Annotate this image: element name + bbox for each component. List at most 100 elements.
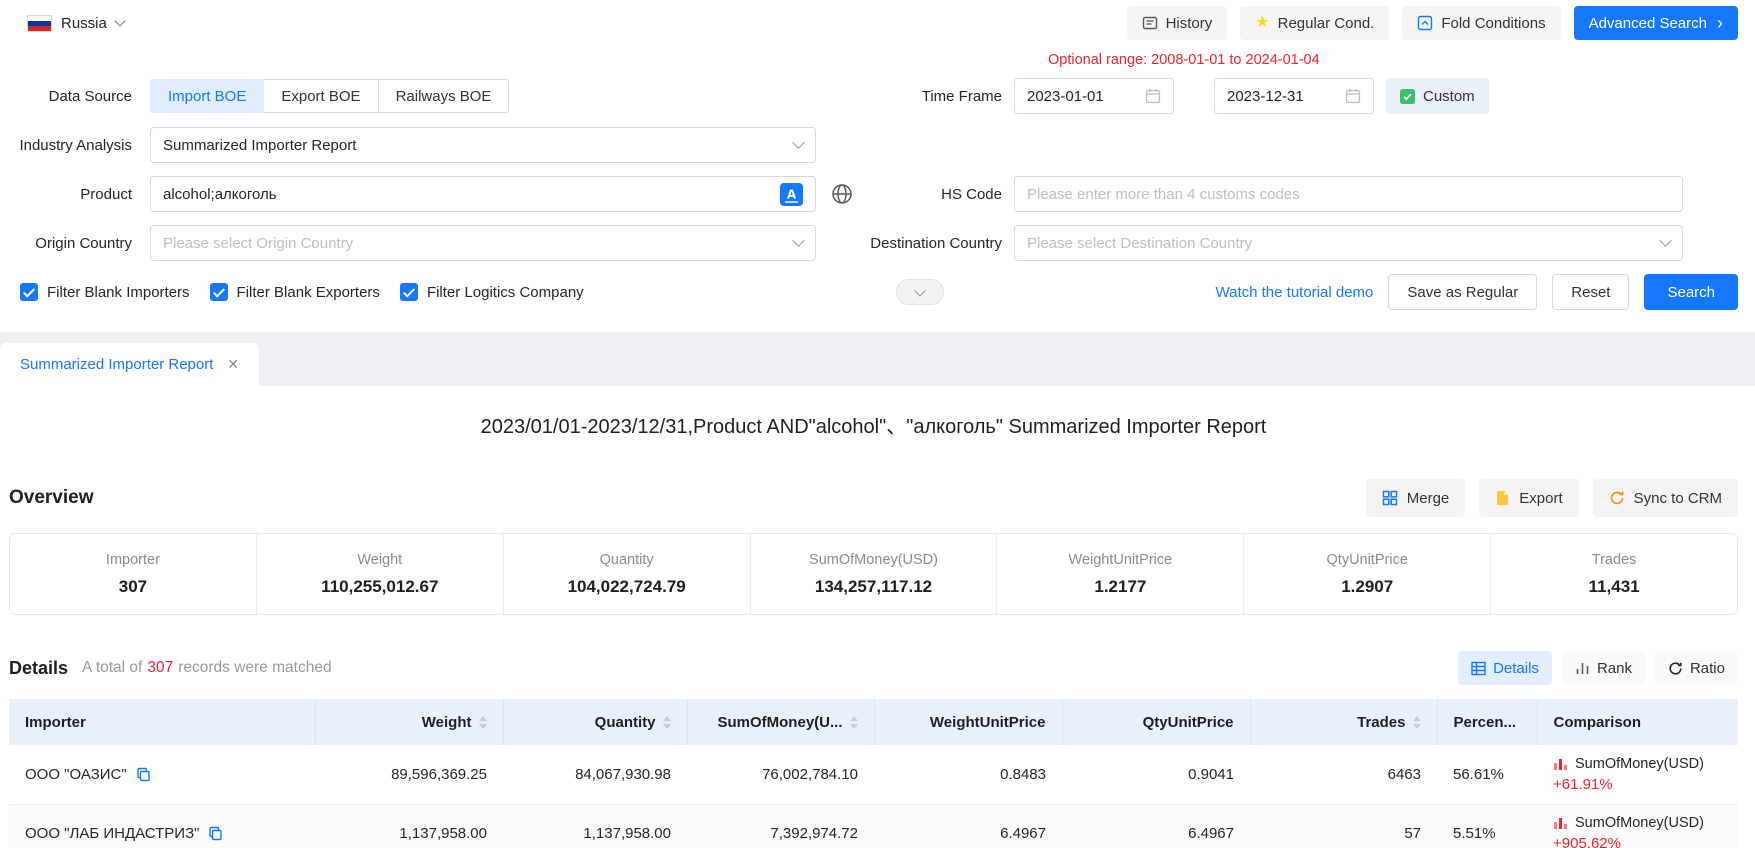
form-row-industry: Industry Analysis Summarized Importer Re… [0,127,1755,163]
stat-label: QtyUnitPrice [1244,552,1490,568]
records-matched-text: A total of307records were matched [82,659,332,677]
russia-flag-icon [27,15,52,32]
hs-code-input[interactable] [1027,186,1670,203]
view-details-button[interactable]: Details [1458,651,1552,685]
importer-name[interactable]: ООО "ОАЗИС" [25,766,127,783]
date-from-input[interactable]: 2023-01-01 [1014,78,1174,114]
tutorial-demo-link[interactable]: Watch the tutorial demo [1216,284,1374,301]
filter-logitics-company-label: Filter Logitics Company [427,284,584,301]
stat-label: WeightUnitPrice [997,552,1243,568]
optional-range-note: Optional range: 2008-01-01 to 2024-01-04 [1048,52,1755,72]
comparison-metric: SumOfMoney(USD) [1575,815,1704,831]
export-label: Export [1519,490,1562,507]
sort-icon[interactable] [479,716,487,729]
sort-icon[interactable] [850,716,858,729]
filter-blank-importers-checkbox[interactable]: Filter Blank Importers [20,283,190,301]
importer-name[interactable]: ООО "ЛАБ ИНДАСТРИЗ" [25,825,199,842]
stat-weight: Weight 110,255,012.67 [257,534,504,614]
col-qty-unit-price: QtyUnitPrice [1062,699,1250,745]
col-weight-unit-price: WeightUnitPrice [874,699,1062,745]
stat-sum-of-money: SumOfMoney(USD) 134,257,117.12 [751,534,998,614]
origin-country-select[interactable]: Please select Origin Country [150,225,816,261]
search-button[interactable]: Search [1644,274,1738,310]
details-heading: Details [9,658,68,679]
stat-weight-unit-price: WeightUnitPrice 1.2177 [997,534,1244,614]
col-percent: Percen... [1437,699,1537,745]
cell-weight-unit-price: 0.8483 [874,745,1062,804]
fold-conditions-button[interactable]: Fold Conditions [1402,6,1560,40]
comparison-value: +905.62% [1553,835,1722,848]
view-rank-button[interactable]: Rank [1562,651,1645,685]
tab-summarized-importer-report[interactable]: Summarized Importer Report ✕ [0,343,259,386]
export-icon [1495,490,1510,506]
table-icon [1471,661,1486,676]
history-label: History [1166,15,1213,32]
industry-analysis-select[interactable]: Summarized Importer Report [150,127,816,163]
stat-value: 134,257,117.12 [751,577,997,597]
filter-logitics-company-checkbox[interactable]: Filter Logitics Company [400,283,584,301]
form-row-datasource: Data Source Import BOE Export BOE Railwa… [0,78,1755,114]
col-sum-of-money[interactable]: SumOfMoney(U... [687,699,874,745]
stat-label: Quantity [504,552,750,568]
history-button[interactable]: History [1127,6,1228,40]
tab-railways-boe[interactable]: Railways BOE [378,79,510,113]
overview-stats-bar: Importer 307 Weight 110,255,012.67 Quant… [9,533,1738,615]
advanced-search-label: Advanced Search [1589,15,1707,32]
country-label: Russia [61,15,107,32]
stat-importer: Importer 307 [10,534,257,614]
regular-cond-button[interactable]: ★ Regular Cond. [1240,6,1389,40]
country-selector[interactable]: Russia [27,15,124,32]
merge-button[interactable]: Merge [1366,479,1466,517]
chart-icon [1553,757,1569,771]
collapse-conditions-button[interactable] [896,279,944,305]
tab-export-boe[interactable]: Export BOE [263,79,378,113]
time-frame-label: Time Frame [816,88,1014,105]
product-input[interactable] [163,186,780,203]
reset-button[interactable]: Reset [1552,274,1629,310]
form-row-filters: Filter Blank Importers Filter Blank Expo… [0,274,1755,310]
stat-label: Importer [10,552,256,568]
stat-value: 110,255,012.67 [257,577,503,597]
date-to-input[interactable]: 2023-12-31 [1214,78,1374,114]
view-ratio-button[interactable]: Ratio [1655,651,1738,685]
save-as-regular-button[interactable]: Save as Regular [1388,274,1537,310]
col-importer: Importer [9,699,315,745]
data-source-label: Data Source [0,88,150,105]
cell-percent: 56.61% [1437,745,1537,804]
copy-icon[interactable] [208,826,223,841]
advanced-search-button[interactable]: Advanced Search › [1574,6,1738,40]
custom-range-button[interactable]: Custom [1386,78,1489,114]
copy-icon[interactable] [136,767,151,782]
view-ratio-label: Ratio [1690,660,1725,677]
sort-icon[interactable] [1413,716,1421,729]
close-icon[interactable]: ✕ [227,356,239,373]
origin-country-placeholder: Please select Origin Country [163,235,353,252]
stat-label: Trades [1491,552,1737,568]
cell-percent: 5.51% [1437,804,1537,848]
globe-icon[interactable] [830,182,854,206]
records-count: 307 [147,659,173,676]
col-quantity[interactable]: Quantity [503,699,687,745]
translate-icon[interactable]: A [780,183,803,206]
fold-conditions-label: Fold Conditions [1441,15,1545,32]
cell-comparison: SumOfMoney(USD) +905.62% [1537,804,1738,848]
col-trades[interactable]: Trades [1250,699,1437,745]
checkbox-checked-icon [20,283,38,301]
sort-icon[interactable] [663,716,671,729]
date-to-value: 2023-12-31 [1227,88,1304,105]
filter-blank-exporters-checkbox[interactable]: Filter Blank Exporters [210,283,380,301]
cell-qty-unit-price: 0.9041 [1062,745,1250,804]
col-weight[interactable]: Weight [315,699,503,745]
tab-import-boe[interactable]: Import BOE [150,79,264,113]
chevron-down-icon [1659,234,1672,247]
destination-country-select[interactable]: Please select Destination Country [1014,225,1683,261]
chevron-down-icon [792,234,805,247]
cell-quantity: 84,067,930.98 [503,745,687,804]
stat-value: 1.2177 [997,577,1243,597]
hs-code-input-box [1014,176,1683,212]
export-button[interactable]: Export [1479,479,1578,517]
sync-to-crm-button[interactable]: Sync to CRM [1593,479,1738,517]
svg-text:A: A [787,187,797,201]
stat-value: 307 [10,577,256,597]
cell-weight: 1,137,958.00 [315,804,503,848]
